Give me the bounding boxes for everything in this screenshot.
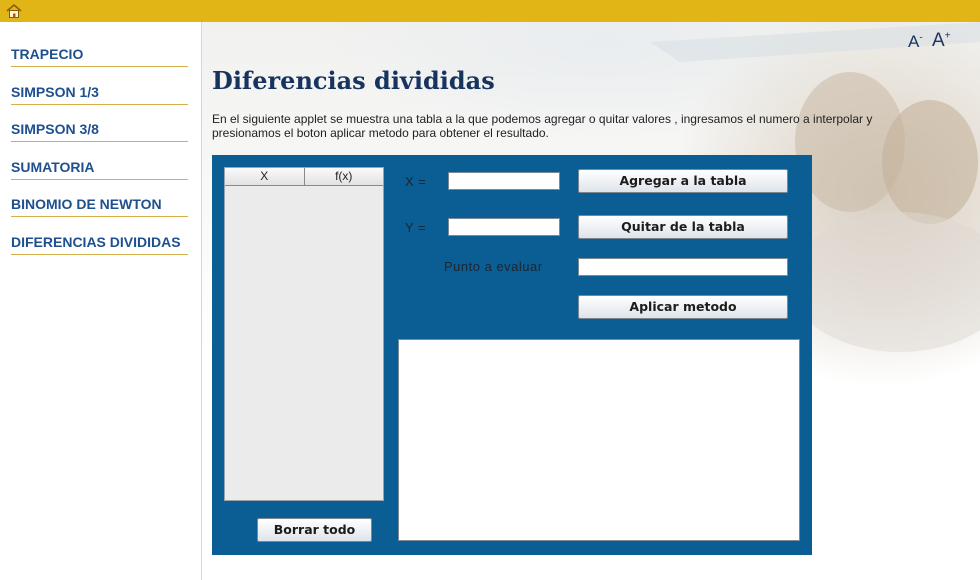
remove-from-table-button[interactable]: Quitar de la tabla: [578, 215, 788, 239]
sidebar-item-simpson-1-3[interactable]: SIMPSON 1/3: [11, 84, 188, 105]
x-input[interactable]: [448, 172, 560, 190]
sidebar-item-diferencias-divididas[interactable]: DIFERENCIAS DIVIDIDAS: [11, 234, 188, 255]
x-label: X =: [405, 174, 427, 189]
add-to-table-button[interactable]: Agregar a la tabla: [578, 169, 788, 193]
data-table[interactable]: X f(x): [224, 167, 384, 501]
sidebar: TRAPECIO SIMPSON 1/3 SIMPSON 3/8 SUMATOR…: [0, 22, 202, 580]
column-header-fx[interactable]: f(x): [305, 168, 384, 185]
column-header-x[interactable]: X: [225, 168, 305, 185]
clear-all-button[interactable]: Borrar todo: [257, 518, 372, 542]
sidebar-item-sumatoria[interactable]: SUMATORIA: [11, 159, 188, 180]
home-icon[interactable]: [6, 4, 22, 18]
result-output-area[interactable]: [398, 339, 800, 541]
font-decrease-button[interactable]: A-: [908, 32, 923, 52]
y-input[interactable]: [448, 218, 560, 236]
apply-method-button[interactable]: Aplicar metodo: [578, 295, 788, 319]
page-title: Diferencias divididas: [212, 66, 495, 95]
sidebar-item-simpson-3-8[interactable]: SIMPSON 3/8: [11, 121, 188, 142]
point-input[interactable]: [578, 258, 788, 276]
table-header: X f(x): [225, 168, 383, 186]
y-label: Y =: [405, 220, 427, 235]
point-label: Punto a evaluar: [444, 259, 543, 274]
sidebar-item-trapecio[interactable]: TRAPECIO: [11, 46, 188, 67]
applet-panel: X f(x) X = Y = Punto a evaluar Agregar a…: [212, 155, 812, 555]
sidebar-item-binomio-de-newton[interactable]: BINOMIO DE NEWTON: [11, 196, 188, 217]
top-bar: [0, 0, 980, 22]
font-increase-button[interactable]: A+: [932, 30, 951, 52]
page-description: En el siguiente applet se muestra una ta…: [212, 112, 873, 140]
